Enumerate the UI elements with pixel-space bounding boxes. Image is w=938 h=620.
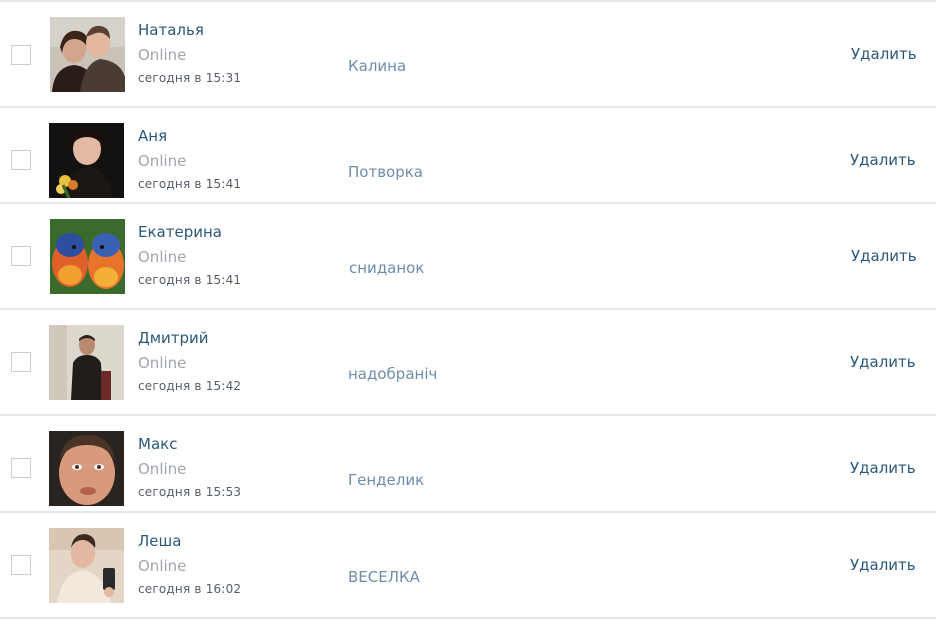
man-standing-photo-icon — [49, 325, 124, 400]
online-status: Online — [138, 460, 187, 478]
online-status: Online — [138, 152, 187, 170]
friend-name[interactable]: Макс — [138, 435, 177, 453]
friend-list-tag[interactable]: Генделик — [348, 471, 424, 489]
delete-button[interactable]: Удалить — [850, 151, 916, 169]
list-item: Макс Online сегодня в 15:53 Генделик Уда… — [0, 416, 936, 513]
list-item: Екатерина Online сегодня в 15:41 снидано… — [0, 204, 936, 310]
delete-button[interactable]: Удалить — [851, 45, 917, 63]
friend-name[interactable]: Дмитрий — [138, 329, 209, 347]
online-status: Online — [138, 354, 187, 372]
avatar[interactable] — [49, 528, 124, 603]
last-seen: сегодня в 16:02 — [138, 582, 242, 596]
avatar[interactable] — [49, 123, 124, 198]
avatar[interactable] — [49, 325, 124, 400]
woman-with-flowers-photo-icon — [49, 123, 124, 198]
select-checkbox[interactable] — [11, 150, 31, 170]
avatar[interactable] — [50, 17, 125, 92]
friend-list-tag[interactable]: Калина — [348, 57, 406, 75]
delete-button[interactable]: Удалить — [850, 556, 916, 574]
friend-list-tag[interactable]: сниданок — [349, 259, 424, 277]
last-seen: сегодня в 15:41 — [138, 273, 242, 287]
list-item: Леша Online сегодня в 16:02 ВЕСЕЛКА Удал… — [0, 513, 936, 619]
man-face-closeup-photo-icon — [49, 431, 124, 506]
friend-name[interactable]: Наталья — [138, 21, 204, 39]
last-seen: сегодня в 15:42 — [138, 379, 242, 393]
select-checkbox[interactable] — [11, 246, 31, 266]
delete-button[interactable]: Удалить — [850, 353, 916, 371]
parrots-photo-icon — [50, 219, 125, 294]
delete-button[interactable]: Удалить — [850, 459, 916, 477]
avatar[interactable] — [49, 431, 124, 506]
friend-list-tag[interactable]: надобраніч — [348, 365, 437, 383]
friends-list: Наталья Online сегодня в 15:31 Калина Уд… — [0, 0, 938, 620]
friend-name[interactable]: Леша — [138, 532, 181, 550]
select-checkbox[interactable] — [11, 45, 31, 65]
select-checkbox[interactable] — [11, 458, 31, 478]
avatar[interactable] — [50, 219, 125, 294]
select-checkbox[interactable] — [11, 352, 31, 372]
list-item: Дмитрий Online сегодня в 15:42 надобрані… — [0, 310, 936, 416]
online-status: Online — [138, 248, 187, 266]
list-item: Наталья Online сегодня в 15:31 Калина Уд… — [0, 2, 936, 108]
online-status: Online — [138, 557, 187, 575]
friend-name[interactable]: Екатерина — [138, 223, 222, 241]
select-checkbox[interactable] — [11, 555, 31, 575]
list-item: Аня Online сегодня в 15:41 Потворка Удал… — [0, 108, 936, 204]
friend-list-tag[interactable]: ВЕСЕЛКА — [348, 568, 420, 586]
last-seen: сегодня в 15:53 — [138, 485, 242, 499]
last-seen: сегодня в 15:41 — [138, 177, 242, 191]
man-mirror-selfie-photo-icon — [49, 528, 124, 603]
friend-list-tag[interactable]: Потворка — [348, 163, 423, 181]
last-seen: сегодня в 15:31 — [138, 71, 242, 85]
couple-photo-icon — [50, 17, 125, 92]
friend-name[interactable]: Аня — [138, 127, 167, 145]
delete-button[interactable]: Удалить — [851, 247, 917, 265]
online-status: Online — [138, 46, 187, 64]
